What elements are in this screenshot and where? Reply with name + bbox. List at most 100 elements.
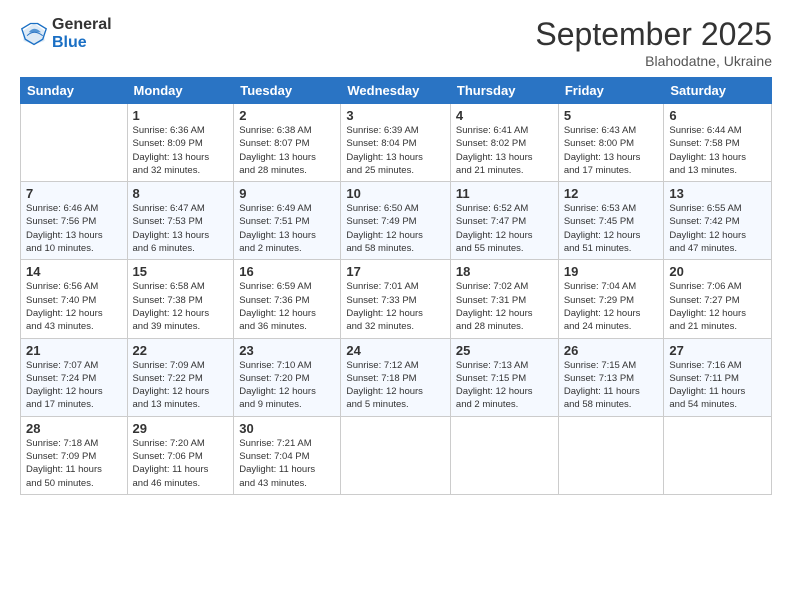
day-info: Sunrise: 7:09 AM Sunset: 7:22 PM Dayligh… [133, 359, 229, 412]
calendar-header-sunday: Sunday [21, 78, 128, 104]
calendar-cell: 24Sunrise: 7:12 AM Sunset: 7:18 PM Dayli… [341, 338, 451, 416]
calendar-cell: 15Sunrise: 6:58 AM Sunset: 7:38 PM Dayli… [127, 260, 234, 338]
day-number: 12 [564, 186, 659, 201]
calendar-cell: 6Sunrise: 6:44 AM Sunset: 7:58 PM Daylig… [664, 104, 772, 182]
day-info: Sunrise: 6:43 AM Sunset: 8:00 PM Dayligh… [564, 124, 659, 177]
day-info: Sunrise: 6:39 AM Sunset: 8:04 PM Dayligh… [346, 124, 445, 177]
calendar-cell: 23Sunrise: 7:10 AM Sunset: 7:20 PM Dayli… [234, 338, 341, 416]
calendar-cell: 10Sunrise: 6:50 AM Sunset: 7:49 PM Dayli… [341, 182, 451, 260]
day-info: Sunrise: 7:07 AM Sunset: 7:24 PM Dayligh… [26, 359, 122, 412]
calendar-cell: 18Sunrise: 7:02 AM Sunset: 7:31 PM Dayli… [450, 260, 558, 338]
calendar-cell [664, 416, 772, 494]
day-number: 10 [346, 186, 445, 201]
calendar-cell: 26Sunrise: 7:15 AM Sunset: 7:13 PM Dayli… [558, 338, 664, 416]
calendar-header-monday: Monday [127, 78, 234, 104]
calendar-cell: 2Sunrise: 6:38 AM Sunset: 8:07 PM Daylig… [234, 104, 341, 182]
calendar-cell: 17Sunrise: 7:01 AM Sunset: 7:33 PM Dayli… [341, 260, 451, 338]
calendar-cell: 22Sunrise: 7:09 AM Sunset: 7:22 PM Dayli… [127, 338, 234, 416]
calendar-cell: 11Sunrise: 6:52 AM Sunset: 7:47 PM Dayli… [450, 182, 558, 260]
day-number: 8 [133, 186, 229, 201]
day-info: Sunrise: 6:58 AM Sunset: 7:38 PM Dayligh… [133, 280, 229, 333]
calendar-cell [450, 416, 558, 494]
logo-icon [20, 20, 48, 48]
calendar-cell: 21Sunrise: 7:07 AM Sunset: 7:24 PM Dayli… [21, 338, 128, 416]
title-section: September 2025 Blahodatne, Ukraine [535, 16, 772, 69]
calendar-header-wednesday: Wednesday [341, 78, 451, 104]
day-info: Sunrise: 7:06 AM Sunset: 7:27 PM Dayligh… [669, 280, 766, 333]
day-info: Sunrise: 6:52 AM Sunset: 7:47 PM Dayligh… [456, 202, 553, 255]
calendar-cell: 12Sunrise: 6:53 AM Sunset: 7:45 PM Dayli… [558, 182, 664, 260]
calendar-header-saturday: Saturday [664, 78, 772, 104]
day-info: Sunrise: 7:18 AM Sunset: 7:09 PM Dayligh… [26, 437, 122, 490]
day-number: 20 [669, 264, 766, 279]
day-info: Sunrise: 7:02 AM Sunset: 7:31 PM Dayligh… [456, 280, 553, 333]
calendar-cell: 27Sunrise: 7:16 AM Sunset: 7:11 PM Dayli… [664, 338, 772, 416]
day-info: Sunrise: 6:47 AM Sunset: 7:53 PM Dayligh… [133, 202, 229, 255]
calendar-cell: 25Sunrise: 7:13 AM Sunset: 7:15 PM Dayli… [450, 338, 558, 416]
day-info: Sunrise: 6:55 AM Sunset: 7:42 PM Dayligh… [669, 202, 766, 255]
calendar-header-thursday: Thursday [450, 78, 558, 104]
day-number: 24 [346, 343, 445, 358]
day-number: 19 [564, 264, 659, 279]
calendar-cell: 4Sunrise: 6:41 AM Sunset: 8:02 PM Daylig… [450, 104, 558, 182]
day-number: 18 [456, 264, 553, 279]
day-info: Sunrise: 6:53 AM Sunset: 7:45 PM Dayligh… [564, 202, 659, 255]
calendar-cell: 20Sunrise: 7:06 AM Sunset: 7:27 PM Dayli… [664, 260, 772, 338]
day-info: Sunrise: 6:41 AM Sunset: 8:02 PM Dayligh… [456, 124, 553, 177]
day-info: Sunrise: 6:50 AM Sunset: 7:49 PM Dayligh… [346, 202, 445, 255]
day-info: Sunrise: 6:56 AM Sunset: 7:40 PM Dayligh… [26, 280, 122, 333]
logo: General Blue [20, 16, 112, 51]
day-info: Sunrise: 7:13 AM Sunset: 7:15 PM Dayligh… [456, 359, 553, 412]
day-number: 14 [26, 264, 122, 279]
day-info: Sunrise: 6:36 AM Sunset: 8:09 PM Dayligh… [133, 124, 229, 177]
day-number: 30 [239, 421, 335, 436]
day-info: Sunrise: 6:59 AM Sunset: 7:36 PM Dayligh… [239, 280, 335, 333]
calendar-week-row: 14Sunrise: 6:56 AM Sunset: 7:40 PM Dayli… [21, 260, 772, 338]
day-number: 25 [456, 343, 553, 358]
day-number: 26 [564, 343, 659, 358]
day-info: Sunrise: 6:49 AM Sunset: 7:51 PM Dayligh… [239, 202, 335, 255]
calendar-week-row: 1Sunrise: 6:36 AM Sunset: 8:09 PM Daylig… [21, 104, 772, 182]
calendar-week-row: 21Sunrise: 7:07 AM Sunset: 7:24 PM Dayli… [21, 338, 772, 416]
day-number: 17 [346, 264, 445, 279]
calendar-header-friday: Friday [558, 78, 664, 104]
day-number: 5 [564, 108, 659, 123]
day-info: Sunrise: 7:15 AM Sunset: 7:13 PM Dayligh… [564, 359, 659, 412]
calendar-cell: 9Sunrise: 6:49 AM Sunset: 7:51 PM Daylig… [234, 182, 341, 260]
day-number: 3 [346, 108, 445, 123]
day-info: Sunrise: 7:21 AM Sunset: 7:04 PM Dayligh… [239, 437, 335, 490]
location: Blahodatne, Ukraine [535, 53, 772, 69]
day-number: 29 [133, 421, 229, 436]
calendar-cell: 7Sunrise: 6:46 AM Sunset: 7:56 PM Daylig… [21, 182, 128, 260]
calendar-table: SundayMondayTuesdayWednesdayThursdayFrid… [20, 77, 772, 495]
logo-general-text: General [52, 16, 112, 34]
calendar-cell [341, 416, 451, 494]
day-number: 4 [456, 108, 553, 123]
month-title: September 2025 [535, 16, 772, 53]
calendar-cell: 28Sunrise: 7:18 AM Sunset: 7:09 PM Dayli… [21, 416, 128, 494]
day-info: Sunrise: 7:20 AM Sunset: 7:06 PM Dayligh… [133, 437, 229, 490]
day-number: 13 [669, 186, 766, 201]
day-info: Sunrise: 7:10 AM Sunset: 7:20 PM Dayligh… [239, 359, 335, 412]
calendar-cell: 30Sunrise: 7:21 AM Sunset: 7:04 PM Dayli… [234, 416, 341, 494]
calendar-cell: 1Sunrise: 6:36 AM Sunset: 8:09 PM Daylig… [127, 104, 234, 182]
calendar-cell: 5Sunrise: 6:43 AM Sunset: 8:00 PM Daylig… [558, 104, 664, 182]
day-number: 7 [26, 186, 122, 201]
page: General Blue September 2025 Blahodatne, … [0, 0, 792, 612]
calendar-cell: 19Sunrise: 7:04 AM Sunset: 7:29 PM Dayli… [558, 260, 664, 338]
day-info: Sunrise: 7:01 AM Sunset: 7:33 PM Dayligh… [346, 280, 445, 333]
day-number: 15 [133, 264, 229, 279]
calendar-cell: 13Sunrise: 6:55 AM Sunset: 7:42 PM Dayli… [664, 182, 772, 260]
calendar-cell [558, 416, 664, 494]
day-number: 16 [239, 264, 335, 279]
calendar-header-tuesday: Tuesday [234, 78, 341, 104]
day-info: Sunrise: 7:12 AM Sunset: 7:18 PM Dayligh… [346, 359, 445, 412]
logo-text: General Blue [52, 16, 112, 51]
header: General Blue September 2025 Blahodatne, … [20, 16, 772, 69]
calendar-cell [21, 104, 128, 182]
day-number: 2 [239, 108, 335, 123]
calendar-cell: 16Sunrise: 6:59 AM Sunset: 7:36 PM Dayli… [234, 260, 341, 338]
day-number: 22 [133, 343, 229, 358]
logo-blue-text: Blue [52, 34, 112, 52]
day-number: 11 [456, 186, 553, 201]
